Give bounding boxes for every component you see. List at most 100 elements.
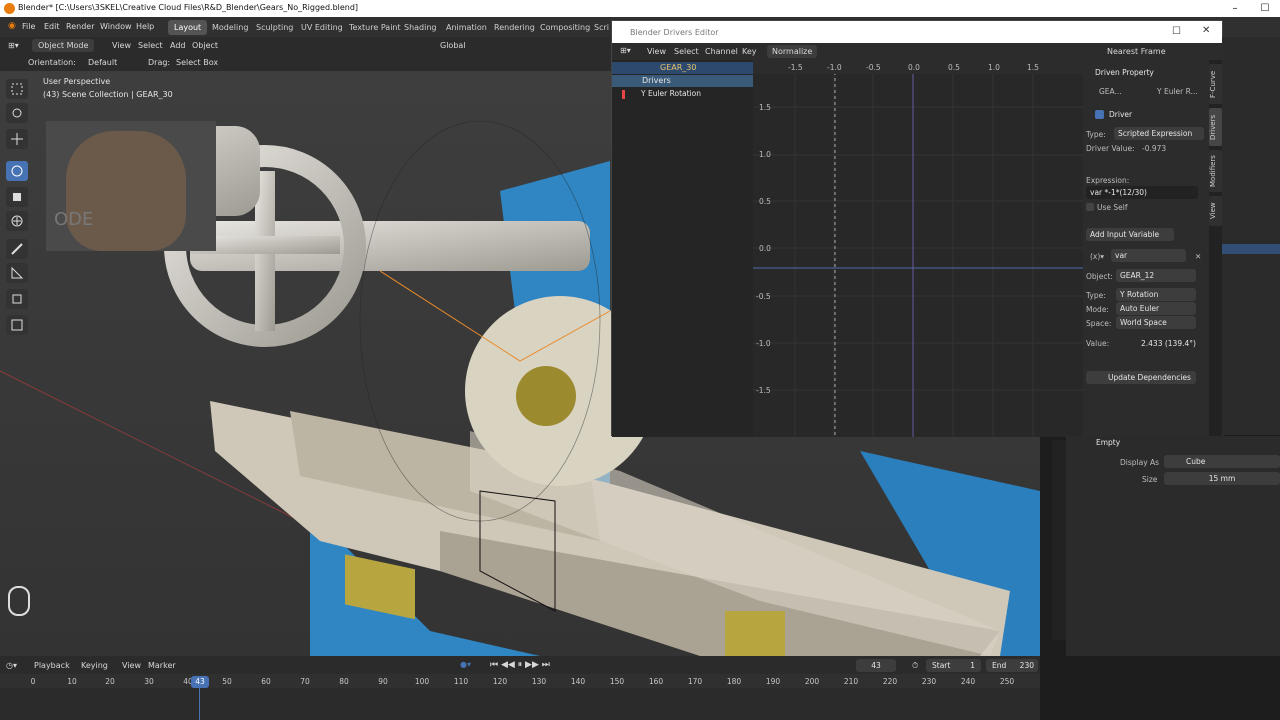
drivers-menu-channel[interactable]: Channel [705, 47, 738, 56]
playback-controls-icon[interactable]: ⏮ ◀◀ ⏸ ▶▶ ⏭ [490, 660, 550, 670]
drivers-maximize-icon[interactable]: ☐ [1172, 26, 1181, 37]
outliner-selected-row[interactable] [1222, 244, 1280, 254]
tool-extra[interactable] [6, 315, 28, 335]
minimize-icon[interactable]: – [1220, 0, 1250, 17]
variable-type-icon[interactable]: (x)▾ [1090, 252, 1104, 261]
channel-fcurve-row[interactable]: Y Euler Rotation [612, 88, 753, 100]
transform-orientation[interactable]: Global [440, 41, 466, 50]
add-menu[interactable]: Add [170, 41, 186, 50]
driven-property-heading: Driven Property [1095, 68, 1154, 77]
tab-sculpting[interactable]: Sculpting [250, 20, 299, 35]
variable-mode-dropdown[interactable]: Auto Euler [1116, 302, 1196, 315]
channel-group-row[interactable]: Drivers [612, 75, 753, 87]
editor-type-icon[interactable]: ⊞▾ [8, 41, 19, 50]
frame-tick: 80 [339, 677, 349, 686]
menu-file[interactable]: File [22, 22, 35, 31]
graph-y-tick: -0.5 [756, 292, 771, 301]
timeline-marker-menu[interactable]: Marker [148, 661, 176, 670]
drivers-menu-select[interactable]: Select [674, 47, 699, 56]
timeline-playback-menu[interactable]: Playback [34, 661, 70, 670]
tool-measure[interactable] [6, 263, 28, 283]
object-menu[interactable]: Object [192, 41, 218, 50]
driven-property-path: Y Euler R... [1157, 87, 1198, 96]
tab-view[interactable]: View [1209, 196, 1222, 226]
graph-y-tick: -1.5 [756, 386, 771, 395]
tool-move[interactable] [6, 129, 28, 149]
drag-dropdown[interactable]: Select Box [176, 58, 218, 67]
normalize-toggle[interactable]: Normalize [767, 45, 818, 58]
driver-enabled-checkbox[interactable] [1095, 110, 1104, 119]
variable-name-field[interactable]: var [1111, 249, 1186, 262]
tool-cursor[interactable] [6, 103, 28, 123]
properties-tab-column [1052, 440, 1066, 640]
drivers-menu-view[interactable]: View [647, 47, 666, 56]
mode-dropdown[interactable]: Object Mode [32, 39, 95, 52]
timeline-view-menu[interactable]: View [122, 661, 141, 670]
frame-tick: 240 [960, 677, 976, 686]
tab-fcurve[interactable]: F-Curve [1209, 64, 1222, 104]
tab-layout[interactable]: Layout [168, 20, 208, 35]
tool-add-cube[interactable] [6, 289, 28, 309]
timeline-editor[interactable]: ◷▾ Playback Keying View Marker ●▾ ⏮ ◀◀ ⏸… [0, 656, 1040, 720]
frame-tick: 150 [609, 677, 625, 686]
maximize-icon[interactable]: ☐ [1250, 0, 1280, 17]
menu-edit[interactable]: Edit [44, 22, 60, 31]
display-as-dropdown[interactable]: Cube [1164, 455, 1280, 468]
add-input-variable-button[interactable]: Add Input Variable [1086, 228, 1174, 241]
start-frame-field[interactable]: Start 1 [926, 659, 981, 672]
auto-key-record-icon[interactable]: ●▾ [460, 660, 471, 669]
graph-x-tick: 1.0 [988, 63, 1000, 72]
tab-uv-editing[interactable]: UV Editing [295, 20, 349, 35]
tool-select[interactable] [6, 79, 28, 99]
expression-field[interactable]: var *-1*(12/30) [1086, 186, 1198, 199]
drivers-editor-type-icon[interactable]: ⊞▾ [620, 46, 631, 55]
orientation-dropdown[interactable]: Default [88, 58, 117, 67]
tab-rendering[interactable]: Rendering [488, 20, 541, 35]
tab-modifiers[interactable]: Modifiers [1209, 150, 1222, 192]
snap-dropdown[interactable]: Nearest Frame [1107, 47, 1166, 56]
tool-settings-header: Orientation: Default Drag: Select Box [0, 55, 615, 71]
channel-object-row[interactable]: GEAR_30 [612, 62, 753, 74]
tab-animation[interactable]: Animation [440, 20, 493, 35]
use-self-checkbox[interactable] [1086, 203, 1094, 211]
drivers-close-icon[interactable]: ✕ [1202, 25, 1210, 36]
view-menu[interactable]: View [112, 41, 131, 50]
menu-window[interactable]: Window [100, 22, 132, 31]
driver-graph[interactable]: -1.5 -1.0 -0.5 0.0 0.5 1.0 1.5 1.5 1.0 0… [753, 60, 1083, 437]
driver-value: -0.973 [1142, 144, 1167, 153]
end-frame-field[interactable]: End 230 [986, 659, 1038, 672]
tool-transform[interactable] [6, 211, 28, 231]
tab-drivers[interactable]: Drivers [1209, 108, 1222, 146]
frame-tick: 130 [531, 677, 547, 686]
update-dependencies-button[interactable]: Update Dependencies [1086, 371, 1196, 384]
tool-scale[interactable] [6, 187, 28, 207]
size-field[interactable]: 15 mm [1164, 472, 1280, 485]
tab-compositing[interactable]: Compositing [534, 20, 596, 35]
variable-type-dropdown[interactable]: Y Rotation [1116, 288, 1196, 301]
tab-shading[interactable]: Shading [398, 20, 443, 35]
tool-rotate[interactable] [6, 161, 28, 181]
variable-space-dropdown[interactable]: World Space [1116, 316, 1196, 329]
presenter-face [66, 131, 186, 251]
menu-help[interactable]: Help [136, 22, 154, 31]
remove-variable-icon[interactable]: ✕ [1195, 252, 1201, 261]
drivers-editor-window[interactable]: Blender Drivers Editor ☐ ✕ ⊞▾ View Selec… [611, 20, 1223, 437]
frame-tick: 50 [222, 677, 232, 686]
scale-icon [13, 193, 21, 201]
frame-tick: 140 [570, 677, 586, 686]
drivers-menu-key[interactable]: Key [742, 47, 757, 56]
driver-section-heading: Driver [1109, 110, 1133, 119]
current-frame-field[interactable]: 43 [856, 659, 896, 672]
blender-menu-icon[interactable]: ◉ [8, 21, 16, 31]
driver-type-dropdown[interactable]: Scripted Expression [1114, 127, 1204, 140]
tool-annotate[interactable] [6, 239, 28, 259]
timeline-editor-type-icon[interactable]: ◷▾ [6, 661, 17, 670]
select-menu[interactable]: Select [138, 41, 163, 50]
tab-modeling[interactable]: Modeling [206, 20, 254, 35]
playhead-indicator[interactable]: 43 [191, 676, 209, 688]
preview-range-icon[interactable]: ⏱ [912, 661, 918, 671]
menu-render[interactable]: Render [66, 22, 94, 31]
timeline-keying-menu[interactable]: Keying [81, 661, 108, 670]
variable-object-field[interactable]: GEAR_12 [1116, 269, 1196, 282]
start-value: 1 [970, 661, 975, 670]
